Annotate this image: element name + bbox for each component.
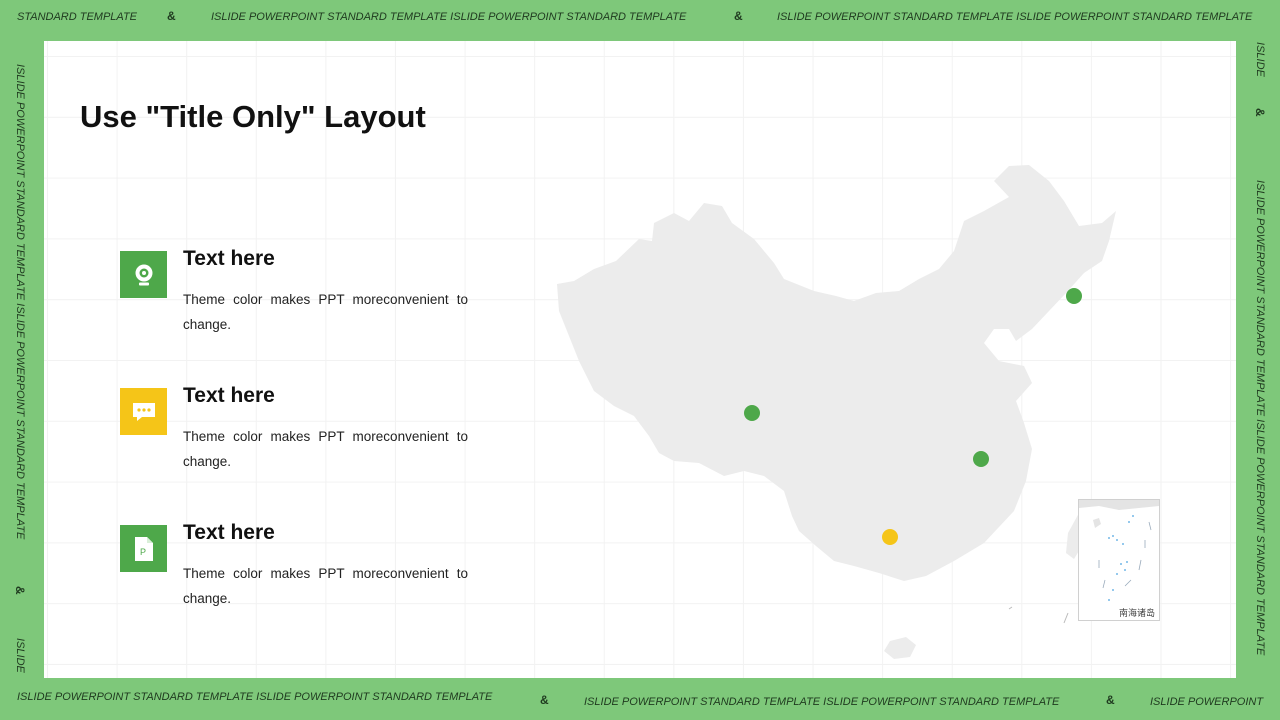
left-border-band: ISLIDE POWERPOINT STANDARD TEMPLATE ISLI… (0, 40, 40, 680)
border-text: ISLIDE (14, 638, 26, 673)
south-china-sea-inset: 南海诸岛 (1078, 499, 1160, 621)
border-ampersand: & (167, 9, 176, 23)
feature-body: Theme color makes PPT moreconvenient to … (183, 566, 468, 606)
camera-icon (120, 251, 167, 298)
border-text: ISLIDE POWERPOINT STANDARD TEMPLATE ISLI… (584, 696, 1060, 708)
border-ampersand: & (734, 9, 743, 23)
feature-heading: Text here (183, 384, 275, 407)
map-island-hainan (884, 637, 916, 659)
chat-bubble-icon (120, 388, 167, 435)
inset-map (1079, 500, 1159, 601)
bottom-border-band: ISLIDE POWERPOINT STANDARD TEMPLATE ISLI… (0, 680, 1280, 720)
border-ampersand: & (540, 693, 549, 707)
feature-heading: Text here (183, 521, 275, 544)
border-text: ISLIDE POWERPOINT STANDARD TEMPLATE ISLI… (17, 691, 493, 703)
map-marker (744, 405, 760, 421)
top-border-band: STANDARD TEMPLATE & ISLIDE POWERPOINT ST… (0, 0, 1280, 40)
feature-body: Theme color makes PPT moreconvenient to … (183, 292, 468, 332)
right-border-band: ISLIDE & ISLIDE POWERPOINT STANDARD TEMP… (1240, 40, 1280, 680)
border-text: ISLIDE (1254, 42, 1266, 77)
ppt-file-icon: P (120, 525, 167, 572)
border-ampersand: & (1253, 108, 1267, 117)
china-map (557, 165, 1116, 659)
map-mainland (557, 165, 1116, 581)
svg-text:P: P (140, 547, 146, 557)
border-ampersand: & (1106, 693, 1115, 707)
map-marker (1066, 288, 1082, 304)
feature-heading: Text here (183, 247, 275, 270)
border-text: ISLIDE POWERPOINT (1150, 696, 1264, 708)
map-marker (973, 451, 989, 467)
border-text: STANDARD TEMPLATE (17, 11, 137, 23)
border-ampersand: & (13, 586, 27, 595)
slide-canvas: Use "Title Only" Layout Text here Theme … (44, 41, 1236, 678)
inset-label: 南海诸岛 (1116, 606, 1157, 619)
border-text: ISLIDE POWERPOINT STANDARD TEMPLATE ISLI… (777, 11, 1253, 23)
border-text: ISLIDE POWERPOINT STANDARD TEMPLATE ISLI… (14, 64, 26, 540)
slide-title: Use "Title Only" Layout (80, 99, 426, 134)
feature-body: Theme color makes PPT moreconvenient to … (183, 429, 468, 469)
map-marker (882, 529, 898, 545)
border-text: ISLIDE POWERPOINT STANDARD TEMPLATE ISLI… (211, 11, 687, 23)
border-text: ISLIDE POWERPOINT STANDARD TEMPLATE ISLI… (1254, 180, 1266, 656)
